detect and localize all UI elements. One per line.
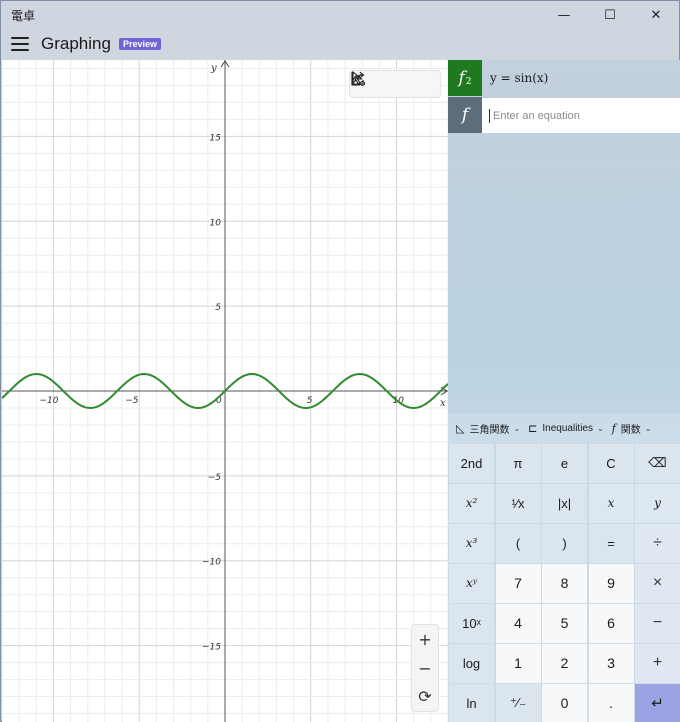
- equation-input[interactable]: Enter an equation: [482, 97, 680, 133]
- zoom-controls: + − ⟳: [411, 624, 439, 712]
- y-tick-label: 5: [215, 303, 221, 313]
- digit-2-key[interactable]: 2: [542, 644, 587, 683]
- digit-9-key[interactable]: 9: [588, 564, 634, 603]
- equation-expression[interactable]: y = sin(x): [482, 60, 680, 96]
- close-button[interactable]: ✕: [633, 1, 679, 29]
- equals-key[interactable]: =: [588, 524, 634, 563]
- y-tick-label: −15: [202, 643, 221, 653]
- e-key[interactable]: e: [542, 444, 587, 483]
- negate-key[interactable]: ⁺∕₋: [495, 684, 541, 722]
- x-variable-key[interactable]: x: [588, 484, 634, 523]
- decimal-key[interactable]: .: [588, 684, 634, 722]
- preview-badge: Preview: [118, 38, 161, 50]
- x-power-y-key[interactable]: xʸ: [449, 564, 494, 603]
- absolute-value-key[interactable]: |x|: [542, 484, 587, 523]
- y-tick-label: −10: [202, 558, 221, 568]
- x-tick-label: 5: [307, 396, 313, 406]
- digit-3-key[interactable]: 3: [588, 644, 634, 683]
- subtract-key[interactable]: −: [635, 604, 680, 643]
- function-icon: f: [611, 421, 616, 435]
- functions-dropdown[interactable]: f 関数 ⌄: [612, 421, 652, 436]
- x-axis-label: x: [440, 398, 446, 409]
- equation-row-1[interactable]: f2 y = sin(x): [448, 60, 680, 96]
- digit-1-key[interactable]: 1: [495, 644, 541, 683]
- digit-8-key[interactable]: 8: [542, 564, 587, 603]
- pi-key[interactable]: π: [495, 444, 541, 483]
- clear-key[interactable]: C: [588, 444, 634, 483]
- digit-5-key[interactable]: 5: [542, 604, 587, 643]
- y-tick-label: 10: [210, 218, 222, 228]
- digit-6-key[interactable]: 6: [588, 604, 634, 643]
- new-function-badge-label: f: [461, 105, 469, 125]
- inequalities-dropdown[interactable]: ⊏ Inequalities ⌄: [528, 422, 604, 435]
- x-cubed-key[interactable]: x³: [449, 524, 494, 563]
- backspace-key[interactable]: ⌫: [635, 444, 680, 483]
- functions-dropdown-label: 関数: [620, 424, 641, 436]
- ln-key[interactable]: ln: [449, 684, 494, 722]
- equation-panel: f2 y = sin(x) f Enter an equation ◺ 三角関数…: [448, 60, 680, 722]
- new-equation-row[interactable]: f Enter an equation: [448, 97, 680, 133]
- chevron-down-icon: ⌄: [513, 423, 521, 433]
- hamburger-menu-icon[interactable]: [11, 37, 29, 51]
- maximize-button[interactable]: ☐: [587, 1, 633, 29]
- new-function-badge: f: [448, 97, 482, 133]
- inequalities-icon: ⊏: [528, 422, 538, 435]
- zoom-in-button[interactable]: +: [412, 625, 438, 654]
- minimize-button[interactable]: —: [541, 1, 587, 29]
- graph-canvas[interactable]: x y −10 −5 0 5 10 15 10 5 −5 −10 −15 + − ⟳: [2, 60, 448, 722]
- trig-dropdown-label: 三角関数: [469, 424, 510, 436]
- enter-key[interactable]: ↵: [635, 684, 680, 722]
- graph-toolbar: [349, 70, 441, 98]
- zoom-out-button[interactable]: −: [412, 654, 438, 683]
- trig-dropdown[interactable]: ◺ 三角関数 ⌄: [456, 421, 520, 436]
- x-tick-label: −10: [39, 396, 58, 406]
- chevron-down-icon: ⌄: [596, 423, 604, 433]
- divide-key[interactable]: ÷: [635, 524, 680, 563]
- open-paren-key[interactable]: (: [495, 524, 541, 563]
- multiply-key[interactable]: ×: [635, 564, 680, 603]
- app-header: Graphing Preview: [1, 29, 679, 59]
- text-caret: [489, 108, 490, 123]
- chevron-down-icon: ⌄: [644, 423, 652, 433]
- second-key[interactable]: 2nd: [449, 444, 494, 483]
- keypad: 2nd π e C ⌫ x² ¹⁄x |x| x y x³() = ÷ xʸ 7 8 9 × 10ˣ 4 5 6− log 1…: [449, 444, 680, 722]
- x-squared-key[interactable]: x²: [449, 484, 494, 523]
- digit-4-key[interactable]: 4: [495, 604, 541, 643]
- graph-plot[interactable]: xy−10 −5 0 5 1015105−5−10−15: [2, 60, 448, 722]
- digit-0-key[interactable]: 0: [542, 684, 587, 722]
- add-key[interactable]: +: [635, 644, 680, 683]
- calculator-window: 電卓 — ☐ ✕ Graphing Preview x y −10 −5 0 5 10 15 1…: [0, 0, 680, 722]
- reciprocal-key[interactable]: ¹⁄x: [495, 484, 541, 523]
- y-tick-label: −5: [208, 473, 222, 483]
- inequalities-dropdown-label: Inequalities: [542, 422, 593, 434]
- function-badge-index: 2: [465, 77, 472, 87]
- function-color-badge[interactable]: f2: [448, 60, 482, 96]
- y-axis-label: y: [210, 63, 217, 74]
- mode-title: Graphing: [41, 34, 111, 53]
- title-bar: 電卓 — ☐ ✕: [1, 1, 679, 29]
- share-icon[interactable]: [351, 71, 410, 97]
- graph-settings-icon[interactable]: [351, 71, 440, 97]
- function-badge-label: f: [458, 68, 465, 88]
- app-title: 電卓: [11, 8, 36, 23]
- reset-view-button[interactable]: ⟳: [412, 682, 438, 711]
- y-variable-key[interactable]: y: [635, 484, 680, 523]
- window-controls: — ☐ ✕: [541, 1, 679, 29]
- log-key[interactable]: log: [449, 644, 494, 683]
- x-tick-label: −5: [125, 396, 139, 406]
- equation-input-placeholder: Enter an equation: [493, 109, 580, 122]
- ten-power-x-key[interactable]: 10ˣ: [449, 604, 494, 643]
- y-tick-label: 15: [210, 133, 222, 143]
- triangle-icon: ◺: [456, 422, 465, 435]
- keypad-toolbar: ◺ 三角関数 ⌄ ⊏ Inequalities ⌄ f 関数 ⌄: [448, 413, 680, 443]
- close-paren-key[interactable]: ): [542, 524, 587, 563]
- digit-7-key[interactable]: 7: [495, 564, 541, 603]
